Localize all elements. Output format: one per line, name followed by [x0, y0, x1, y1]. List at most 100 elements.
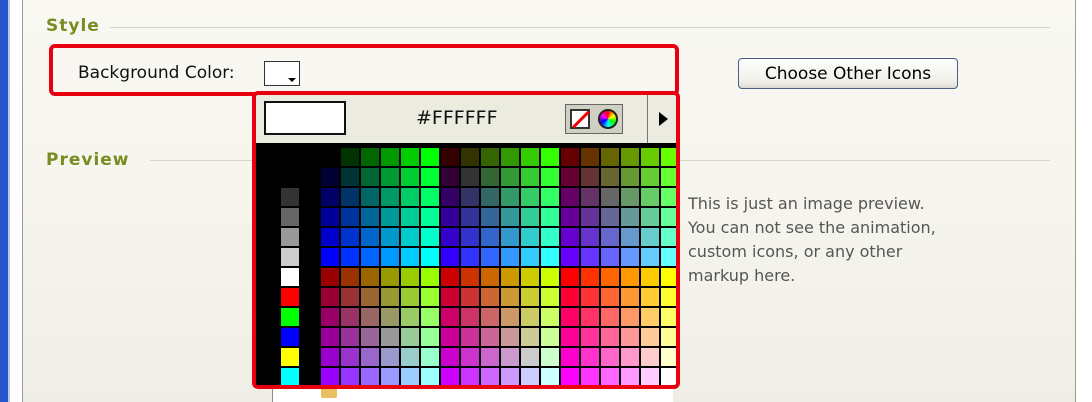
color-swatch[interactable]: [580, 267, 600, 287]
color-swatch[interactable]: [360, 307, 380, 327]
color-swatch[interactable]: [520, 147, 540, 167]
color-swatch[interactable]: [380, 307, 400, 327]
color-swatch[interactable]: [640, 307, 660, 327]
color-swatch[interactable]: [540, 307, 560, 327]
color-swatch[interactable]: [460, 287, 480, 307]
color-swatch[interactable]: [380, 147, 400, 167]
color-swatch[interactable]: [600, 167, 620, 187]
color-swatch[interactable]: [380, 167, 400, 187]
color-swatch[interactable]: [580, 307, 600, 327]
color-swatch[interactable]: [640, 247, 660, 267]
color-swatch[interactable]: [320, 327, 340, 347]
color-swatch[interactable]: [560, 187, 580, 207]
color-swatch[interactable]: [420, 267, 440, 287]
color-swatch[interactable]: [440, 347, 460, 367]
color-swatch[interactable]: [420, 327, 440, 347]
color-swatch[interactable]: [600, 287, 620, 307]
color-swatch[interactable]: [640, 167, 660, 187]
color-swatch[interactable]: [440, 267, 460, 287]
color-swatch[interactable]: [540, 147, 560, 167]
color-swatch[interactable]: [580, 327, 600, 347]
color-swatch[interactable]: [340, 327, 360, 347]
color-swatch[interactable]: [660, 267, 676, 287]
color-swatch[interactable]: [540, 167, 560, 187]
color-swatch[interactable]: [340, 247, 360, 267]
color-swatch[interactable]: [520, 187, 540, 207]
color-swatch[interactable]: [480, 327, 500, 347]
left-column-swatch[interactable]: [280, 367, 300, 385]
color-swatch[interactable]: [580, 147, 600, 167]
color-swatch[interactable]: [380, 367, 400, 385]
color-swatch[interactable]: [420, 167, 440, 187]
color-swatch[interactable]: [660, 147, 676, 167]
color-swatch[interactable]: [540, 207, 560, 227]
color-swatch[interactable]: [500, 187, 520, 207]
color-swatch[interactable]: [500, 147, 520, 167]
color-swatch[interactable]: [560, 247, 580, 267]
color-swatch[interactable]: [400, 307, 420, 327]
color-swatch[interactable]: [440, 147, 460, 167]
color-swatch[interactable]: [600, 307, 620, 327]
left-column-swatch[interactable]: [280, 307, 300, 327]
color-swatch[interactable]: [420, 347, 440, 367]
left-column-swatch[interactable]: [280, 247, 300, 267]
color-swatch[interactable]: [580, 167, 600, 187]
color-swatch[interactable]: [640, 227, 660, 247]
color-swatch[interactable]: [500, 327, 520, 347]
color-swatch[interactable]: [320, 227, 340, 247]
color-swatch[interactable]: [620, 367, 640, 385]
color-swatch[interactable]: [520, 327, 540, 347]
color-swatch[interactable]: [620, 227, 640, 247]
color-swatch[interactable]: [320, 147, 340, 167]
color-swatch[interactable]: [560, 267, 580, 287]
color-swatch[interactable]: [560, 327, 580, 347]
color-swatch[interactable]: [600, 147, 620, 167]
color-swatch[interactable]: [620, 347, 640, 367]
color-swatch[interactable]: [340, 167, 360, 187]
color-swatch[interactable]: [600, 187, 620, 207]
color-swatch[interactable]: [420, 147, 440, 167]
color-swatch[interactable]: [540, 267, 560, 287]
color-swatch[interactable]: [640, 267, 660, 287]
color-swatch[interactable]: [400, 267, 420, 287]
color-swatch[interactable]: [440, 207, 460, 227]
color-swatch[interactable]: [660, 247, 676, 267]
color-swatch[interactable]: [560, 347, 580, 367]
left-column-swatch[interactable]: [280, 227, 300, 247]
color-swatch[interactable]: [420, 227, 440, 247]
color-swatch[interactable]: [400, 287, 420, 307]
color-swatch[interactable]: [460, 267, 480, 287]
color-swatch[interactable]: [540, 347, 560, 367]
color-swatch[interactable]: [460, 367, 480, 385]
color-swatch[interactable]: [540, 227, 560, 247]
color-swatch[interactable]: [440, 287, 460, 307]
color-swatch[interactable]: [520, 367, 540, 385]
color-swatch[interactable]: [620, 307, 640, 327]
color-swatch[interactable]: [640, 147, 660, 167]
color-swatch[interactable]: [480, 207, 500, 227]
left-column-swatch[interactable]: [280, 187, 300, 207]
color-swatch[interactable]: [360, 267, 380, 287]
color-swatch[interactable]: [480, 267, 500, 287]
color-swatch[interactable]: [380, 327, 400, 347]
color-swatch[interactable]: [640, 367, 660, 385]
color-swatch[interactable]: [340, 187, 360, 207]
color-swatch[interactable]: [400, 147, 420, 167]
color-swatch[interactable]: [620, 147, 640, 167]
color-swatch[interactable]: [440, 367, 460, 385]
color-swatch[interactable]: [660, 327, 676, 347]
color-swatch[interactable]: [440, 187, 460, 207]
color-swatch[interactable]: [480, 187, 500, 207]
color-swatch[interactable]: [320, 207, 340, 227]
color-swatch[interactable]: [500, 367, 520, 385]
color-swatch[interactable]: [480, 287, 500, 307]
color-swatch[interactable]: [500, 227, 520, 247]
color-swatch[interactable]: [400, 227, 420, 247]
color-swatch[interactable]: [540, 367, 560, 385]
color-swatch[interactable]: [360, 367, 380, 385]
color-swatch[interactable]: [480, 367, 500, 385]
color-swatch[interactable]: [440, 327, 460, 347]
color-swatch[interactable]: [360, 147, 380, 167]
color-swatch[interactable]: [360, 227, 380, 247]
color-swatch[interactable]: [320, 247, 340, 267]
